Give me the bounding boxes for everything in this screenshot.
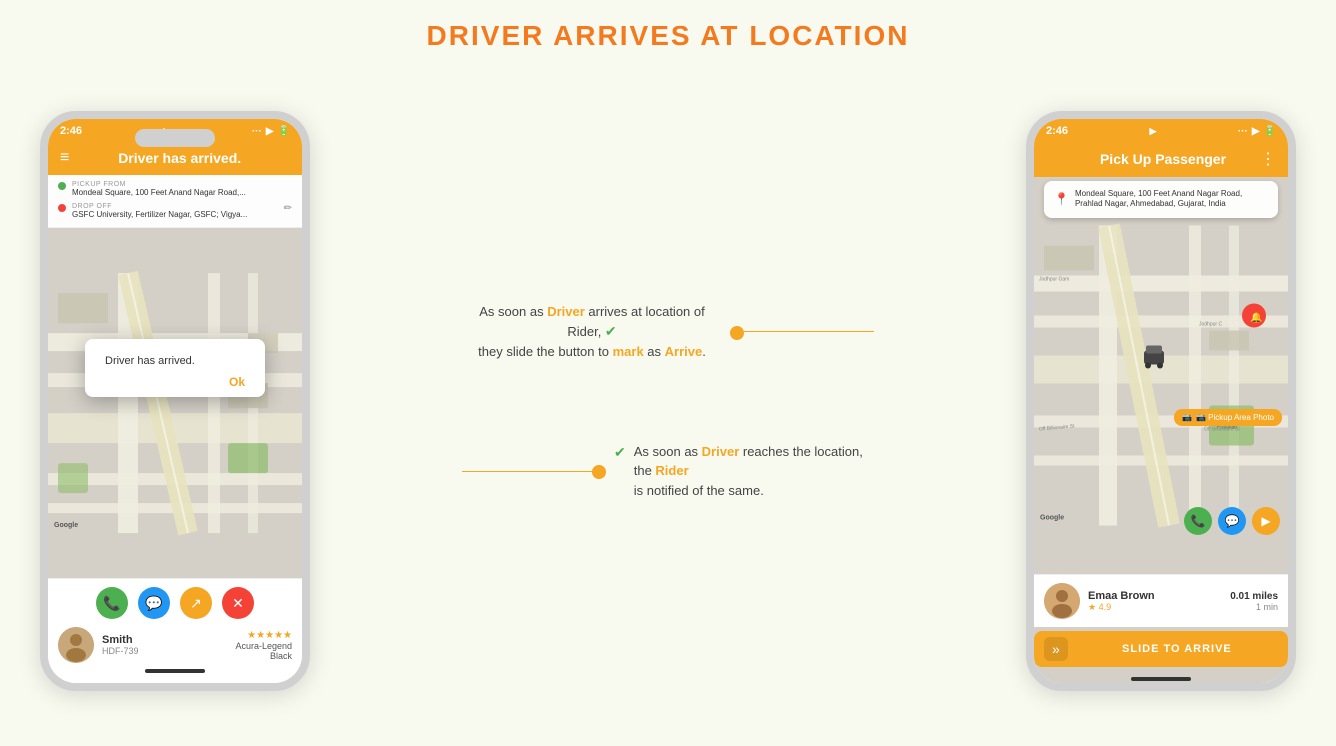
rider-avatar: [1044, 583, 1080, 619]
driver-car-info: ★★★★★ Acura-Legend Black: [235, 630, 292, 661]
menu-icon[interactable]: ≡: [60, 149, 69, 167]
driver-rating: ★★★★★: [235, 630, 292, 641]
right-home-indicator: [1131, 677, 1191, 681]
svg-text:Off Billionaire St: Off Billionaire St: [1204, 427, 1240, 433]
right-address-box: 📍 Mondeal Square, 100 Feet Anand Nagar R…: [1044, 181, 1278, 218]
left-map-area: Google Driver has arrived. Ok: [48, 228, 302, 578]
left-app-header: ≡ Driver has arrived.: [48, 141, 302, 175]
right-status-icons: ··· ▶ 🔋: [1238, 126, 1276, 137]
right-navigate-btn[interactable]: ▶: [1252, 507, 1280, 535]
svg-text:Google: Google: [1040, 515, 1064, 522]
driver-car-color: Black: [235, 651, 292, 661]
left-home-indicator: [145, 669, 205, 673]
top-text-part5: .: [702, 344, 706, 359]
bottom-annotation-text: As soon as Driver reaches the location, …: [634, 442, 874, 501]
driver-car-model: Acura-Legend: [235, 641, 292, 651]
rider-distance-info: 0.01 miles 1 min: [1230, 591, 1278, 612]
top-text-part3: they slide the button to: [478, 344, 612, 359]
driver-info: Smith HDF-739 ★★★★★ Acura-Legend Black: [58, 627, 292, 663]
top-text-part4: as: [644, 344, 665, 359]
pickup-label: PICKUP FROM: [72, 181, 246, 188]
driver-arrived-dialog: Driver has arrived. Ok: [85, 339, 265, 397]
rider-row: Emaa Brown ★ 4.9 0.01 miles 1 min: [1044, 583, 1278, 619]
left-status-icons: ··· ▶ 🔋: [252, 126, 290, 137]
right-status-bar: 2:46 ▶ ··· ▶ 🔋: [1034, 119, 1288, 141]
pickup-dot: [58, 182, 66, 190]
rider-details: Emaa Brown ★ 4.9: [1088, 590, 1222, 613]
top-annotation-dot: [730, 326, 744, 340]
dropoff-label: DROP OFF: [72, 203, 247, 210]
left-status-bar: 2:46 ▶ ··· ▶ 🔋: [48, 119, 302, 141]
slide-to-arrive-label: SLIDE TO ARRIVE: [1076, 643, 1278, 655]
top-text-part2: arrives at location of Rider,: [567, 304, 704, 340]
annotation-area: As soon as Driver arrives at location of…: [310, 282, 1026, 521]
pickup-area-photo-btn[interactable]: 📷 📷 Pickup Area Photo: [1174, 409, 1282, 426]
left-header-title: Driver has arrived.: [118, 150, 241, 166]
left-route-info: PICKUP FROM Mondeal Square, 100 Feet Ana…: [48, 175, 302, 228]
share-button[interactable]: ↗: [180, 587, 212, 619]
bottom-text-part1: As soon as: [634, 444, 702, 459]
cancel-button[interactable]: ✕: [222, 587, 254, 619]
bottom-text-part3: is notified of the same.: [634, 483, 764, 498]
bottom-highlight1: Driver: [702, 444, 740, 459]
driver-details: Smith HDF-739: [102, 634, 227, 656]
svg-text:Google: Google: [54, 522, 78, 529]
content-area: 2:46 ▶ ··· ▶ 🔋 ≡ Driver has arrived.: [40, 76, 1296, 726]
driver-name: Smith: [102, 634, 227, 646]
dropoff-address: GSFC University, Fertilizer Nagar, GSFC;…: [72, 210, 247, 220]
left-phone: 2:46 ▶ ··· ▶ 🔋 ≡ Driver has arrived.: [40, 111, 310, 691]
slide-arrows-icon: »: [1044, 637, 1068, 661]
right-app-header: Pick Up Passenger ⋮: [1034, 141, 1288, 177]
right-call-btn[interactable]: 📞: [1184, 507, 1212, 535]
rider-distance: 0.01 miles: [1230, 591, 1278, 602]
bottom-annotation-dot: [592, 465, 606, 479]
pickup-area-label: 📷 Pickup Area Photo: [1196, 413, 1274, 422]
call-button[interactable]: 📞: [96, 587, 128, 619]
left-map-svg: Google: [48, 228, 302, 578]
camera-icon: 📷: [1182, 413, 1192, 422]
action-buttons: 📞 💬 ↗ ✕: [58, 587, 292, 619]
top-highlight1: Driver: [547, 304, 585, 319]
dialog-ok-button[interactable]: Ok: [105, 375, 245, 389]
top-highlight2: mark: [613, 344, 644, 359]
pickup-address: Mondeal Square, 100 Feet Anand Nagar Roa…: [72, 188, 246, 198]
left-bottom-bar: 📞 💬 ↗ ✕ Smith HDF-739: [48, 578, 302, 683]
location-icon: 📍: [1054, 192, 1069, 206]
rider-rating: ★ 4.9: [1088, 602, 1222, 613]
top-annotation-text: As soon as Driver arrives at location of…: [462, 302, 722, 362]
top-highlight3: Arrive: [665, 344, 703, 359]
check-icon: ✔: [605, 323, 617, 339]
top-text-part1: As soon as: [479, 304, 547, 319]
rider-time: 1 min: [1230, 602, 1278, 612]
driver-id: HDF-739: [102, 646, 227, 656]
bottom-highlight2: Rider: [655, 463, 688, 478]
svg-text:Jodhpur C: Jodhpur C: [1199, 322, 1222, 328]
svg-text:Jodhpur Gam: Jodhpur Gam: [1039, 277, 1069, 283]
right-more-icon[interactable]: ⋮: [1260, 149, 1276, 169]
dialog-text: Driver has arrived.: [105, 355, 245, 367]
rider-info-bar: Emaa Brown ★ 4.9 0.01 miles 1 min: [1034, 574, 1288, 627]
slide-to-arrive-bar[interactable]: » SLIDE TO ARRIVE: [1034, 631, 1288, 667]
right-address: Mondeal Square, 100 Feet Anand Nagar Roa…: [1075, 189, 1268, 210]
right-phone: 2:46 ▶ ··· ▶ 🔋 Pick Up Passenger ⋮ 📍 Mon…: [1026, 111, 1296, 691]
svg-text:🔔: 🔔: [1250, 312, 1262, 324]
dropoff-dot: [58, 204, 66, 212]
right-header-title: Pick Up Passenger: [1100, 151, 1226, 167]
right-time: 2:46: [1046, 125, 1068, 137]
rider-name: Emaa Brown: [1088, 590, 1222, 602]
right-message-btn[interactable]: 💬: [1218, 507, 1246, 535]
driver-avatar: [58, 627, 94, 663]
right-call-buttons: 📞 💬 ▶: [1184, 507, 1280, 535]
bottom-check-icon: ✔: [614, 444, 626, 461]
message-button[interactable]: 💬: [138, 587, 170, 619]
page-title: DRIVER ARRIVES AT LOCATION: [427, 20, 910, 52]
left-time: 2:46: [60, 125, 82, 137]
